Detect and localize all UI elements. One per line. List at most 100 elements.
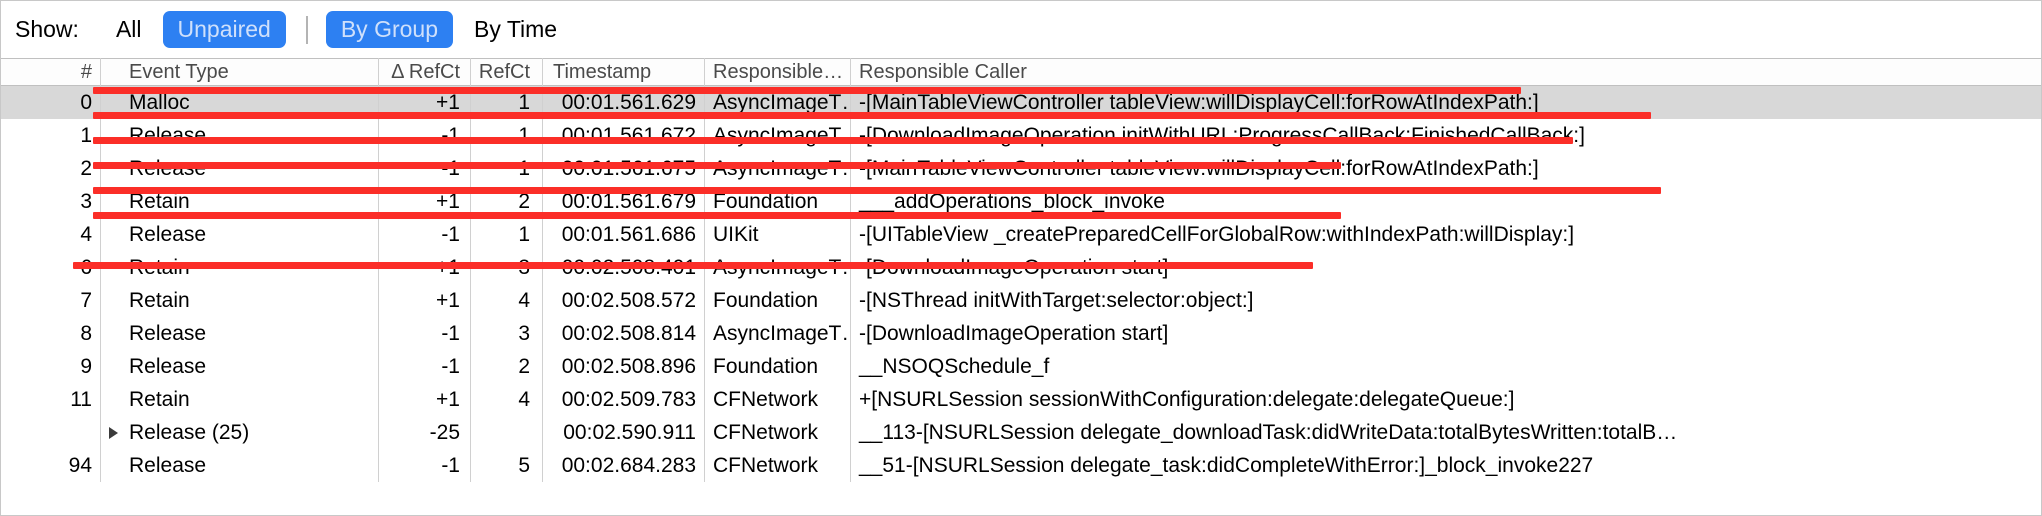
toolbar-divider xyxy=(305,15,308,44)
cell-responsible-library: CFNetwork xyxy=(705,449,851,482)
cell-delta-refct: -25 xyxy=(379,416,471,449)
cell-refct: 2 xyxy=(471,350,543,383)
table-row[interactable]: 11 Retain +1 4 00:02.509.783 CFNetwork +[NSURL… xyxy=(1,383,2041,416)
cell-timestamp: 00:02.509.783 xyxy=(543,383,705,416)
filter-option-all[interactable]: All xyxy=(101,11,157,47)
filter-toolbar: Show: All Unpaired By Group By Time xyxy=(1,1,2041,58)
cell-responsible-caller: -[DownloadImageOperation start] xyxy=(859,322,1169,345)
column-header-responsible-library[interactable]: Responsible L… xyxy=(705,58,851,86)
cell-refct: 3 xyxy=(471,251,543,284)
table-row[interactable]: 8 Release -1 3 00:02.508.814 AsyncImageT… -[Do… xyxy=(1,317,2041,350)
cell-index: 9 xyxy=(1,350,101,383)
cell-responsible-library: AsyncImageT… xyxy=(705,119,851,152)
cell-responsible-caller: -[UITableView _createPreparedCellForGlob… xyxy=(859,223,1575,246)
cell-responsible-library: AsyncImageT… xyxy=(705,317,851,350)
cell-delta-refct: -1 xyxy=(379,350,471,383)
cell-event-type: Release xyxy=(101,449,379,482)
cell-responsible-library: Foundation xyxy=(705,350,851,383)
cell-timestamp: 00:02.508.572 xyxy=(543,284,705,317)
cell-timestamp: 00:02.590.911 xyxy=(543,416,705,449)
table-header-row: # Event Type Δ RefCt RefCt Timestamp Res… xyxy=(1,58,2041,86)
table-row[interactable]: 3 Retain +1 2 00:01.561.679 Foundation ___addO… xyxy=(1,185,2041,218)
cell-delta-refct: -1 xyxy=(379,317,471,350)
table-row[interactable]: Release (25) -25 00:02.590.911 CFNetwork __1… xyxy=(1,416,2041,449)
table-row[interactable]: 0 Malloc +1 1 00:01.561.629 AsyncImageT… -[Mai… xyxy=(1,86,2041,119)
cell-event-type-label: Release (25) xyxy=(129,421,250,444)
cell-timestamp: 00:01.561.672 xyxy=(543,119,705,152)
cell-index: 3 xyxy=(1,185,101,218)
cell-event-type: Retain xyxy=(101,383,379,416)
cell-responsible-caller: -[DownloadImageOperation initWithURL:Pro… xyxy=(859,124,1585,147)
cell-responsible-library: Foundation xyxy=(705,185,851,218)
table-row[interactable]: 2 Release -1 1 00:01.561.675 AsyncImageT… -[Ma… xyxy=(1,152,2041,185)
cell-event-type: Retain xyxy=(101,284,379,317)
instruments-reference-count-panel: Show: All Unpaired By Group By Time # Ev… xyxy=(0,0,2042,516)
cell-timestamp: 00:02.508.401 xyxy=(543,251,705,284)
table-row[interactable]: 1 Release -1 1 00:01.561.672 AsyncImageT… -[Do… xyxy=(1,119,2041,152)
column-header-refct[interactable]: RefCt xyxy=(471,58,543,86)
cell-responsible-caller: +[NSURLSession sessionWithConfiguration:… xyxy=(859,388,1515,411)
cell-index: 11 xyxy=(1,383,101,416)
cell-event-type: Release xyxy=(101,350,379,383)
column-header-responsible-caller[interactable]: Responsible Caller xyxy=(851,61,2041,84)
cell-timestamp: 00:01.561.675 xyxy=(543,152,705,185)
cell-delta-refct: +1 xyxy=(379,251,471,284)
cell-index: 8 xyxy=(1,317,101,350)
filter-option-by-group[interactable]: By Group xyxy=(325,11,453,48)
table-row[interactable]: 9 Release -1 2 00:02.508.896 Foundation __NSOQ… xyxy=(1,350,2041,383)
cell-index: 4 xyxy=(1,218,101,251)
table-row[interactable]: 6 Retain +1 3 00:02.508.401 AsyncImageT… -[Dow… xyxy=(1,251,2041,284)
cell-responsible-caller: __NSOQSchedule_f xyxy=(859,355,1050,378)
cell-responsible-caller: ___addOperations_block_invoke xyxy=(859,190,1165,213)
table-row[interactable]: 4 Release -1 1 00:01.561.686 UIKit -[UITableVi… xyxy=(1,218,2041,251)
cell-event-type: Release xyxy=(101,152,379,185)
cell-timestamp: 00:02.508.896 xyxy=(543,350,705,383)
cell-refct xyxy=(471,416,543,449)
cell-responsible-caller: __113-[NSURLSession delegate_downloadTas… xyxy=(859,421,1678,444)
filter-option-by-time[interactable]: By Time xyxy=(459,11,572,47)
cell-timestamp: 00:02.508.814 xyxy=(543,317,705,350)
show-label: Show: xyxy=(15,16,79,42)
cell-delta-refct: -1 xyxy=(379,449,471,482)
cell-timestamp: 00:01.561.629 xyxy=(543,86,705,119)
cell-responsible-caller: -[NSThread initWithTarget:selector:objec… xyxy=(859,289,1254,312)
cell-responsible-caller: -[MainTableViewController tableView:will… xyxy=(859,91,1539,114)
cell-delta-refct: -1 xyxy=(379,119,471,152)
cell-responsible-library: Foundation xyxy=(705,284,851,317)
cell-responsible-library: UIKit xyxy=(705,218,851,251)
column-header-event-type[interactable]: Event Type xyxy=(101,58,379,86)
cell-delta-refct: +1 xyxy=(379,383,471,416)
cell-index: 7 xyxy=(1,284,101,317)
cell-event-type: Release (25) xyxy=(101,416,379,449)
cell-event-type: Retain xyxy=(101,185,379,218)
column-header-timestamp[interactable]: Timestamp xyxy=(543,58,705,86)
cell-index: 94 xyxy=(1,449,101,482)
cell-delta-refct: -1 xyxy=(379,218,471,251)
cell-index xyxy=(1,416,101,449)
cell-timestamp: 00:02.684.283 xyxy=(543,449,705,482)
filter-option-unpaired[interactable]: Unpaired xyxy=(162,11,286,48)
cell-refct: 4 xyxy=(471,383,543,416)
cell-responsible-library: AsyncImageT… xyxy=(705,86,851,119)
cell-refct: 1 xyxy=(471,119,543,152)
table-row[interactable]: 7 Retain +1 4 00:02.508.572 Foundation -[NSThr… xyxy=(1,284,2041,317)
cell-event-type: Release xyxy=(101,317,379,350)
cell-responsible-library: AsyncImageT… xyxy=(705,251,851,284)
cell-event-type: Release xyxy=(101,119,379,152)
column-header-index[interactable]: # xyxy=(1,58,101,86)
table-row[interactable]: 94 Release -1 5 00:02.684.283 CFNetwork __51-[… xyxy=(1,449,2041,482)
cell-index: 6 xyxy=(1,251,101,284)
cell-responsible-caller: -[MainTableViewController tableView:will… xyxy=(859,157,1539,180)
cell-refct: 1 xyxy=(471,152,543,185)
table-body: 0 Malloc +1 1 00:01.561.629 AsyncImageT… -[Mai… xyxy=(1,86,2041,482)
cell-responsible-library: CFNetwork xyxy=(705,416,851,449)
event-table: # Event Type Δ RefCt RefCt Timestamp Res… xyxy=(1,58,2041,482)
cell-delta-refct: +1 xyxy=(379,86,471,119)
cell-delta-refct: -1 xyxy=(379,152,471,185)
cell-responsible-library: CFNetwork xyxy=(705,383,851,416)
column-header-delta-refct[interactable]: Δ RefCt xyxy=(379,58,471,86)
cell-delta-refct: +1 xyxy=(379,185,471,218)
cell-responsible-library: AsyncImageT… xyxy=(705,152,851,185)
cell-event-type: Retain xyxy=(101,251,379,284)
disclosure-triangle-icon[interactable] xyxy=(109,426,118,439)
